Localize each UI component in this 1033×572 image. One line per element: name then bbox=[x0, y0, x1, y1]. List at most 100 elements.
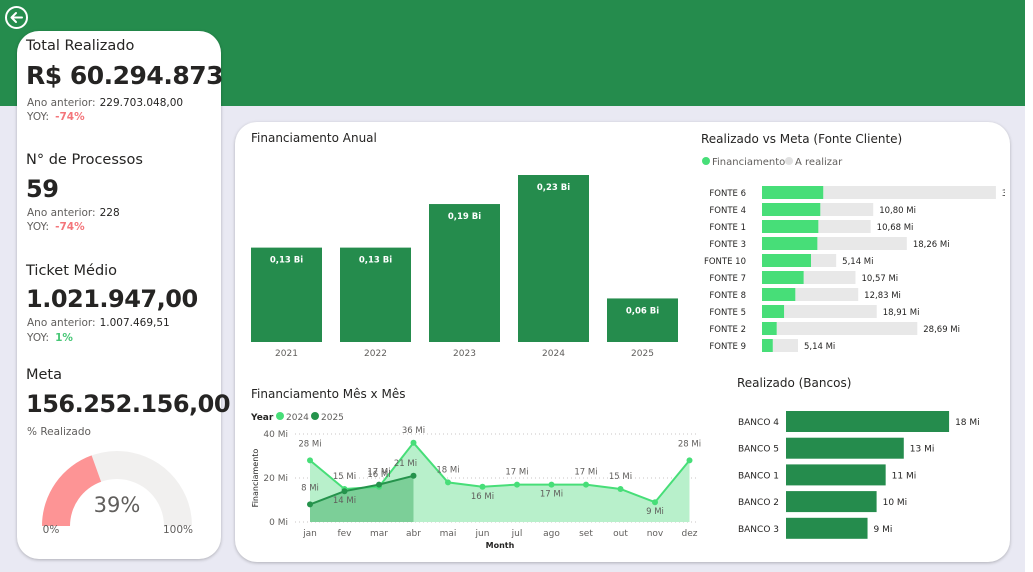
fonte-bar-chart: Financiamento A realizar FONTE 6 35,23 Mi… bbox=[702, 157, 1005, 352]
data-label: 0,13 Bi bbox=[270, 256, 303, 266]
data-label: 0,19 Bi bbox=[448, 212, 481, 222]
gauge-min: 0% bbox=[43, 524, 60, 536]
yoy-value: -74% bbox=[55, 111, 85, 123]
data-label: 35,23 Mi bbox=[1002, 189, 1005, 199]
ticket-prev-row: Ano anterior: 1.007.469,51 bbox=[27, 317, 170, 329]
total-realizado-value: R$ 60.294.873 bbox=[26, 61, 224, 90]
ticket-yoy-row: YOY: 1% bbox=[27, 332, 73, 344]
processos-value: 59 bbox=[26, 175, 59, 203]
processos-title: N° de Processos bbox=[26, 152, 143, 168]
yoy-value: -74% bbox=[55, 221, 85, 233]
point-2024 bbox=[514, 481, 520, 488]
data-label-2024: 17 Mi bbox=[505, 468, 528, 478]
category-label: FONTE 2 bbox=[709, 325, 746, 335]
data-label: 28,69 Mi bbox=[923, 325, 960, 335]
category-label: FONTE 7 bbox=[709, 274, 746, 284]
point-2025 bbox=[410, 472, 417, 479]
prev-value: 1.007.469,51 bbox=[99, 317, 170, 329]
meta-gauge: 39% 0% 100% bbox=[42, 451, 193, 536]
x-tick-label: jan bbox=[302, 529, 317, 539]
point-2024 bbox=[686, 457, 693, 464]
ticket-title: Ticket Médio bbox=[26, 263, 118, 279]
mensal-area-chart: Year 2024 2025 Month Financiamento 0 Mi 2… bbox=[250, 412, 701, 550]
bar-a-realizar bbox=[820, 203, 874, 216]
data-label: 18,91 Mi bbox=[883, 308, 920, 318]
bancos-bar-chart: BANCO 4 18 Mi BANCO 5 13 Mi BANCO 1 11 Mi BANC… bbox=[738, 411, 980, 539]
data-label: 0,23 Bi bbox=[537, 183, 570, 193]
data-label-2024: 28 Mi bbox=[298, 439, 321, 449]
data-label-2024: 16 Mi bbox=[471, 492, 494, 502]
bar-financiamento bbox=[762, 339, 773, 352]
data-label: 0,06 Bi bbox=[626, 306, 659, 316]
x-tick-label: jun bbox=[475, 529, 490, 539]
category-label: FONTE 6 bbox=[709, 189, 746, 199]
bar-a-realizar bbox=[817, 237, 907, 250]
data-label: 9 Mi bbox=[874, 525, 893, 535]
category-label: BANCO 4 bbox=[738, 418, 779, 428]
bar-a-realizar bbox=[784, 305, 877, 318]
data-label: 5,14 Mi bbox=[804, 342, 835, 352]
point-2024 bbox=[479, 483, 486, 490]
bar-a-realizar bbox=[776, 322, 918, 335]
data-label: 13 Mi bbox=[910, 445, 935, 455]
x-tick-label: mai bbox=[440, 529, 457, 539]
bar-a-realizar bbox=[795, 288, 859, 301]
category-label: FONTE 4 bbox=[709, 206, 746, 216]
point-2025 bbox=[376, 481, 382, 488]
processos-prev-row: Ano anterior: 228 bbox=[27, 207, 120, 219]
legend-2024: 2024 bbox=[286, 413, 309, 423]
meta-value: 156.252.156,00 bbox=[26, 390, 231, 418]
legend-swatch-2025 bbox=[311, 412, 319, 420]
data-label: 5,14 Mi bbox=[842, 257, 873, 267]
bar-a-realizar bbox=[811, 254, 837, 267]
right-edge bbox=[1025, 0, 1033, 572]
x-tick-label: set bbox=[579, 529, 593, 539]
data-label-2024: 9 Mi bbox=[646, 507, 664, 517]
data-label-2024: 15 Mi bbox=[333, 472, 356, 482]
total-yoy-row: YOY: -74% bbox=[27, 111, 85, 123]
x-tick-label: nov bbox=[647, 529, 664, 539]
x-tick-label: 2024 bbox=[542, 349, 565, 359]
legend-2025: 2025 bbox=[321, 413, 344, 423]
yoy-label: YOY: bbox=[27, 332, 50, 344]
x-tick-label: mar bbox=[370, 529, 388, 539]
mensal-chart-title: Financiamento Mês x Mês bbox=[251, 387, 406, 401]
ticket-value: 1.021.947,00 bbox=[26, 285, 198, 313]
x-tick-label: 2025 bbox=[631, 349, 654, 359]
data-label-2025: 8 Mi bbox=[301, 483, 319, 493]
bar-financiamento bbox=[762, 305, 785, 318]
bar-banco-2 bbox=[786, 491, 877, 513]
point-2024 bbox=[617, 486, 624, 492]
point-2024 bbox=[445, 479, 451, 486]
category-label: FONTE 5 bbox=[709, 308, 746, 318]
prev-label: Ano anterior: bbox=[27, 207, 96, 219]
point-2024 bbox=[410, 439, 417, 446]
y-tick-label: 40 Mi bbox=[263, 430, 288, 440]
category-label: FONTE 10 bbox=[704, 257, 746, 267]
category-label: FONTE 1 bbox=[709, 223, 746, 233]
prev-label: Ano anterior: bbox=[27, 317, 96, 329]
category-label: FONTE 3 bbox=[709, 240, 746, 250]
gauge-fill bbox=[42, 455, 102, 526]
processos-yoy-row: YOY: -74% bbox=[27, 221, 85, 233]
category-label: BANCO 5 bbox=[738, 445, 779, 455]
point-2024 bbox=[583, 481, 589, 488]
bar-2024 bbox=[518, 175, 589, 342]
data-label: 18 Mi bbox=[955, 418, 980, 428]
legend-a-realizar: A realizar bbox=[795, 157, 843, 168]
bar-banco-1 bbox=[786, 464, 886, 486]
data-label-2025: 17 Mi bbox=[367, 468, 390, 478]
data-label: 10,80 Mi bbox=[879, 206, 916, 216]
x-tick-label: abr bbox=[406, 529, 421, 539]
data-label-2024: 17 Mi bbox=[574, 468, 597, 478]
bancos-chart-title: Realizado (Bancos) bbox=[737, 376, 852, 390]
yoy-label: YOY: bbox=[27, 221, 50, 233]
bar-financiamento bbox=[762, 220, 819, 233]
point-2024 bbox=[307, 457, 313, 464]
data-label: 10,57 Mi bbox=[861, 274, 898, 284]
legend-financiamento: Financiamento bbox=[712, 157, 785, 168]
x-tick-label: dez bbox=[682, 529, 698, 539]
yoy-label: YOY: bbox=[27, 111, 50, 123]
back-arrow-icon[interactable] bbox=[4, 5, 29, 30]
anual-bar-chart: 0,13 Bi 2021 0,13 Bi 2022 0,19 Bi 2023 0,23 Bi… bbox=[251, 175, 678, 359]
